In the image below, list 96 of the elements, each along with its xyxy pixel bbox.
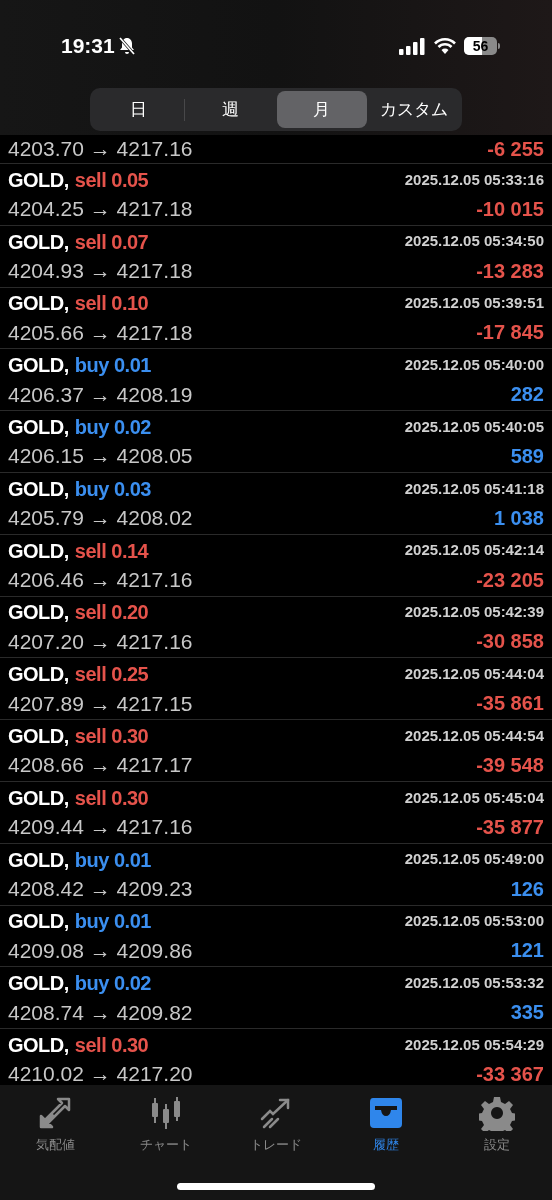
profit-value: 121 [510, 938, 544, 964]
profit-value: -33 367 [476, 1062, 544, 1085]
deal-time: 2025.12.05 05:54:29 [404, 1034, 544, 1055]
order-type: buy 0.01 [74, 909, 151, 935]
order-type: buy 0.03 [74, 476, 151, 502]
symbol-label: GOLD, [8, 476, 69, 502]
symbol-label: GOLD, [8, 229, 69, 255]
tab-bar-item[interactable]: 履歴 [331, 1095, 442, 1155]
price-range: 4207.89 → 4217.15 [8, 690, 193, 717]
order-type: sell 0.20 [74, 600, 149, 626]
profit-value: -30 858 [476, 629, 544, 655]
bell-muted-icon [116, 36, 137, 56]
segment-tab[interactable]: 月 [276, 91, 368, 128]
price-range: 4210.02 → 4217.20 [8, 1061, 193, 1085]
deal-time: 2025.12.05 05:42:39 [404, 602, 544, 623]
deal-time: 2025.12.05 05:33:16 [404, 169, 544, 190]
order-type: sell 0.30 [74, 724, 149, 750]
profit-value: 589 [510, 444, 544, 470]
profit-value: -10 015 [476, 196, 544, 222]
profit-value: 335 [510, 1000, 544, 1026]
signal-icon [399, 37, 426, 55]
settings-icon [478, 1095, 515, 1131]
deal-time: 2025.12.05 05:44:04 [404, 664, 544, 684]
tab-bar-item[interactable]: トレード [220, 1095, 332, 1155]
symbol-label: GOLD, [8, 909, 69, 935]
order-type: sell 0.30 [74, 785, 149, 811]
symbol-label: GOLD, [8, 167, 69, 193]
deal-time: 2025.12.05 05:45:04 [404, 787, 544, 808]
deal-time: 2025.12.05 05:49:00 [404, 849, 544, 870]
deal-time: 2025.12.05 05:44:54 [404, 725, 544, 746]
order-type: sell 0.30 [74, 1033, 149, 1059]
price-range: 4204.93 → 4217.18 [8, 257, 193, 284]
symbol-label: GOLD, [8, 415, 69, 441]
price-range: 4208.42 → 4209.23 [8, 875, 193, 902]
profit-value: 282 [510, 382, 544, 408]
segment-tab[interactable]: 週 [184, 91, 276, 128]
price-range: 4209.08 → 4209.86 [8, 937, 193, 964]
wifi-icon [433, 37, 457, 55]
price-range: 4205.66 → 4217.18 [8, 319, 193, 346]
price-range: 4208.74 → 4209.82 [8, 999, 193, 1026]
order-type: buy 0.02 [74, 415, 151, 441]
deal-time: 2025.12.05 05:42:14 [404, 540, 544, 561]
order-type: buy 0.01 [74, 847, 151, 873]
price-range: 4206.37 → 4208.19 [8, 381, 193, 408]
profit-value: -6 255 [487, 137, 544, 162]
order-type: sell 0.05 [74, 167, 149, 193]
price-range: 4209.44 → 4217.16 [8, 814, 193, 841]
order-type: sell 0.25 [74, 662, 149, 688]
symbol-label: GOLD, [8, 785, 69, 811]
symbol-label: GOLD, [8, 538, 69, 564]
profit-value: -13 283 [476, 258, 544, 284]
price-range: 4206.15 → 4208.05 [8, 443, 193, 470]
order-type: buy 0.02 [74, 971, 151, 997]
price-range: 4206.46 → 4217.16 [8, 566, 193, 593]
symbol-label: GOLD, [8, 662, 69, 688]
order-type: sell 0.14 [74, 538, 149, 564]
deal-row[interactable]: GOLD, sell 0.10 2025.12.05 05:39:51 4205.66 → 4217.18 -17 845 [0, 287, 552, 350]
deal-time: 2025.12.05 05:34:50 [404, 231, 544, 252]
price-range: 4208.66 → 4217.17 [8, 752, 193, 779]
symbol-label: GOLD, [8, 353, 69, 379]
order-type: sell 0.10 [74, 291, 149, 317]
tab-bar-item[interactable]: 設定 [441, 1095, 552, 1155]
profit-value: -35 877 [476, 814, 544, 840]
tab-bar-item[interactable]: チャート [110, 1095, 221, 1155]
symbol-label: GOLD, [8, 291, 69, 317]
price-range: 4207.20 → 4217.16 [8, 628, 193, 655]
profit-value: -17 845 [476, 320, 544, 346]
deal-time: 2025.12.05 05:40:00 [404, 355, 544, 376]
segment-tab[interactable]: カスタム [368, 91, 459, 128]
order-type: sell 0.07 [74, 229, 149, 255]
order-type: buy 0.01 [74, 353, 151, 379]
symbol-label: GOLD, [8, 971, 69, 997]
price-range: 4204.25 → 4217.18 [8, 196, 193, 223]
profit-value: -35 861 [476, 691, 544, 717]
symbol-label: GOLD, [8, 847, 69, 873]
deal-row[interactable]: GOLD, sell 0.30 2025.12.05 05:45:04 4209.44 → 4217.16 -35 877 [0, 781, 552, 844]
deal-time: 2025.12.05 05:39:51 [404, 293, 544, 314]
tab-bar-item[interactable]: 気配値 [0, 1095, 111, 1155]
segment-tab[interactable]: 日 [93, 91, 184, 128]
deal-row[interactable]: GOLD, buy 0.02 2025.12.05 05:53:32 4208.74 → 4209.82 335 [0, 967, 552, 1030]
symbol-label: GOLD, [8, 724, 69, 750]
deal-time: 2025.12.05 05:53:32 [404, 973, 544, 993]
deal-time: 2025.12.05 05:41:18 [404, 478, 544, 499]
profit-value: 126 [510, 876, 544, 902]
symbol-label: GOLD, [8, 600, 69, 626]
clock-time: 19:31 [61, 33, 115, 60]
deal-time: 2025.12.05 05:40:05 [404, 416, 544, 437]
deal-row[interactable]: GOLD, buy 0.03 2025.12.05 05:41:18 4205.79 → 4208.02 1 038 [0, 473, 552, 535]
profit-value: -23 205 [476, 567, 544, 593]
profit-value: 1 038 [493, 505, 544, 531]
battery-level: 56 [472, 37, 489, 55]
deal-time: 2025.12.05 05:53:00 [404, 911, 544, 932]
price-range: 4205.79 → 4208.02 [8, 505, 193, 532]
price-range: 4203.70 → 4217.16 [8, 136, 193, 163]
profit-value: -39 548 [476, 753, 544, 779]
symbol-label: GOLD, [8, 1033, 69, 1059]
